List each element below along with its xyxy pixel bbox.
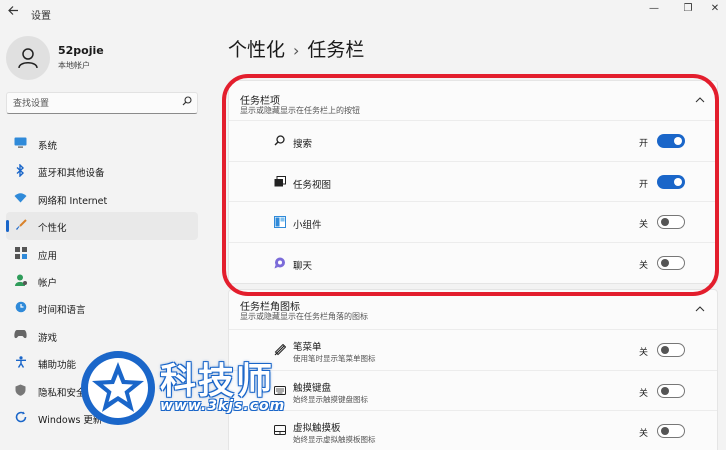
title-bar: 设置 — ❐ ✕: [0, 0, 726, 26]
setting-row-search: 搜索 开: [229, 121, 717, 162]
apps-icon: [14, 246, 27, 260]
gamepad-icon: [14, 329, 27, 342]
sidebar-item-time-language[interactable]: 时间和语言: [6, 294, 198, 321]
toggle-state-label: 开: [639, 139, 649, 149]
shield-icon: [14, 384, 27, 397]
search-icon[interactable]: [182, 96, 192, 109]
toggle-state-label: 关: [639, 429, 649, 439]
section-subtitle: 显示或隐藏显示在任务栏上的按钮: [240, 106, 360, 115]
widgets-icon: [273, 216, 286, 229]
wifi-icon: [14, 192, 27, 205]
search-icon: [273, 135, 286, 148]
arrow-left-icon: [8, 6, 18, 15]
update-icon: [14, 411, 27, 424]
setting-label: 搜索: [293, 139, 313, 150]
sidebar-item-personalization[interactable]: 个性化: [6, 212, 198, 240]
watermark-logo-icon: [81, 351, 155, 425]
section-subtitle: 显示或隐藏显示在任务栏角落的图标: [240, 312, 368, 321]
user-profile[interactable]: 52pojie 本地帐户: [6, 36, 206, 80]
sidebar-item-accounts[interactable]: 帐户: [6, 267, 198, 294]
sidebar-item-network[interactable]: 网络和 Internet: [6, 185, 198, 212]
sidebar-item-label: 系统: [38, 141, 58, 152]
breadcrumb-separator: ›: [293, 41, 300, 60]
breadcrumb-current: 任务栏: [307, 39, 365, 61]
search-box[interactable]: [6, 92, 198, 114]
setting-row-chat: 聊天 关: [229, 243, 717, 284]
touch-keyboard-toggle[interactable]: [657, 383, 685, 398]
sidebar-item-gaming[interactable]: 游戏: [6, 322, 198, 349]
setting-label: 任务视图: [293, 179, 332, 191]
corner-icons-header[interactable]: 任务栏角图标 显示或隐藏显示在任务栏角落的图标: [229, 290, 717, 330]
sidebar-item-label: 蓝牙和其他设备: [38, 168, 105, 180]
task-view-toggle[interactable]: [657, 174, 685, 189]
search-input[interactable]: [13, 97, 173, 111]
sidebar-item-label: 应用: [38, 250, 58, 262]
sidebar-item-label: 帐户: [38, 277, 58, 289]
chat-icon: [273, 257, 286, 270]
toggle-knob: [661, 386, 669, 395]
widgets-toggle[interactable]: [657, 215, 685, 229]
toggle-state-label: 关: [639, 260, 649, 271]
search-toggle[interactable]: [657, 134, 685, 148]
chevron-up-icon[interactable]: [695, 95, 705, 106]
toggle-state-label: 关: [639, 348, 649, 358]
maximize-button[interactable]: ❐: [679, 3, 697, 17]
toggle-knob: [674, 137, 682, 145]
toggle-state-label: 关: [639, 388, 649, 399]
toggle-knob: [661, 346, 669, 354]
watermark: 科技师 www.3kjs.com: [78, 348, 378, 438]
watermark-url: www.3kjs.com: [160, 398, 286, 414]
setting-row-task-view: 任务视图 开: [229, 162, 717, 202]
monitor-icon: [14, 137, 27, 150]
chevron-up-icon[interactable]: [695, 304, 705, 315]
accessibility-icon: [14, 356, 27, 369]
close-button[interactable]: ✕: [706, 3, 724, 17]
sidebar-item-label: 网络和 Internet: [38, 195, 108, 207]
breadcrumb-parent[interactable]: 个性化: [228, 39, 285, 61]
avatar: [6, 36, 50, 80]
setting-label: 小组件: [293, 220, 322, 231]
minimize-button[interactable]: —: [645, 3, 663, 17]
watermark-text: 科技师: [160, 361, 275, 402]
taskbar-items-header[interactable]: 任务栏项 显示或隐藏显示在任务栏上的按钮: [229, 81, 717, 121]
user-name: 52pojie: [58, 44, 104, 57]
sidebar-item-label: 辅助功能: [38, 360, 77, 372]
setting-row-widgets: 小组件 关: [229, 202, 717, 243]
brush-icon: [14, 219, 27, 232]
sidebar-item-label: 时间和语言: [38, 305, 86, 317]
account-type: 本地帐户: [58, 61, 90, 70]
back-button[interactable]: [8, 5, 19, 19]
setting-label: 聊天: [293, 260, 313, 272]
toggle-knob: [661, 258, 669, 267]
sidebar-item-apps[interactable]: 应用: [6, 240, 198, 267]
window-title: 设置: [31, 11, 51, 22]
person-icon: [18, 48, 38, 69]
toggle-state-label: 开: [639, 179, 649, 190]
account-icon: [14, 274, 27, 287]
globe-clock-icon: [14, 301, 27, 314]
sidebar-item-label: 游戏: [38, 332, 58, 344]
task-view-icon: [273, 175, 286, 189]
toggle-state-label: 关: [639, 220, 649, 230]
breadcrumb: 个性化 › 任务栏: [228, 35, 364, 62]
chat-toggle[interactable]: [657, 255, 685, 270]
taskbar-items-card: 任务栏项 显示或隐藏显示在任务栏上的按钮 搜索 开 任务视图 开 小组件 关 聊…: [228, 80, 718, 284]
sidebar-item-label: 个性化: [38, 223, 67, 235]
pen-menu-toggle[interactable]: [657, 343, 685, 357]
toggle-knob: [661, 427, 669, 435]
sidebar-item-system[interactable]: 系统: [6, 130, 198, 157]
bluetooth-icon: [14, 163, 27, 179]
toggle-knob: [674, 177, 682, 186]
virtual-touchpad-toggle[interactable]: [657, 424, 685, 438]
sidebar-item-bluetooth[interactable]: 蓝牙和其他设备: [6, 157, 198, 184]
toggle-knob: [661, 218, 669, 226]
